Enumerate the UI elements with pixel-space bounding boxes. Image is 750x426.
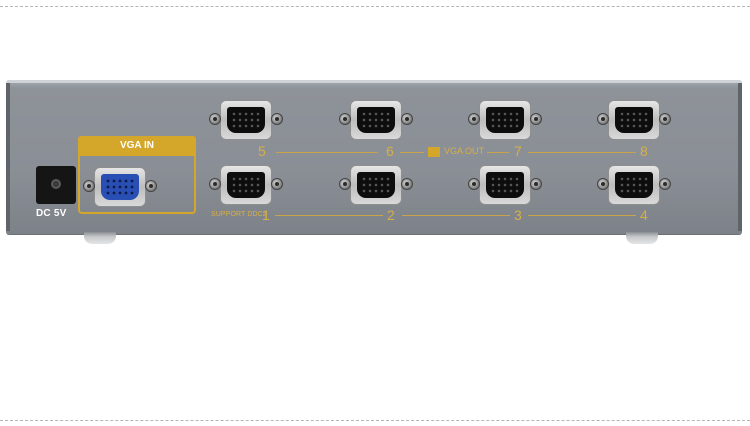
port-number-5: 5	[258, 143, 266, 159]
guide-line	[275, 215, 383, 216]
port-number-6: 6	[386, 143, 394, 159]
port-number-1: 1	[262, 207, 270, 223]
port-number-4: 4	[640, 207, 648, 223]
panel-right-side	[738, 83, 742, 231]
screw-icon	[271, 178, 283, 190]
port-number-2: 2	[387, 207, 395, 223]
guide-line	[402, 215, 510, 216]
vga-output-port-1[interactable]	[209, 162, 283, 208]
screw-icon	[401, 113, 413, 125]
screw-icon	[468, 113, 480, 125]
vga-out-label: VGA OUT	[444, 146, 485, 156]
vga-output-port-4[interactable]	[597, 162, 671, 208]
vga-output-port-5[interactable]	[209, 97, 283, 143]
vga-in-label: VGA IN	[78, 136, 196, 156]
port-number-8: 8	[640, 143, 648, 159]
bottom-dashed-divider	[0, 420, 750, 421]
port-number-7: 7	[514, 143, 522, 159]
vga-out-marker	[428, 147, 440, 157]
port-number-3: 3	[514, 207, 522, 223]
screw-icon	[83, 180, 95, 192]
screw-icon	[659, 113, 671, 125]
screw-icon	[339, 113, 351, 125]
screw-icon	[209, 113, 221, 125]
vga-input-port-icon[interactable]	[83, 164, 157, 210]
screw-icon	[597, 178, 609, 190]
guide-line	[528, 215, 636, 216]
screw-icon	[401, 178, 413, 190]
vga-output-port-7[interactable]	[468, 97, 542, 143]
vga-output-port-3[interactable]	[468, 162, 542, 208]
top-dashed-divider	[0, 6, 750, 7]
guide-line	[276, 152, 378, 153]
support-ddc2-label: SUPPORT DDC2	[211, 211, 267, 218]
screw-icon	[145, 180, 157, 192]
guide-line	[487, 152, 509, 153]
screw-icon	[659, 178, 671, 190]
rubber-foot-left	[84, 232, 116, 244]
dc-power-jack-icon[interactable]	[36, 166, 76, 204]
screw-icon	[530, 178, 542, 190]
screw-icon	[597, 113, 609, 125]
panel-top-edge	[6, 80, 742, 83]
screw-icon	[339, 178, 351, 190]
vga-output-port-6[interactable]	[339, 97, 413, 143]
vga-output-port-8[interactable]	[597, 97, 671, 143]
screw-icon	[530, 113, 542, 125]
panel-left-side	[6, 83, 10, 231]
dc-power-label: DC 5V	[36, 208, 67, 219]
vga-output-port-2[interactable]	[339, 162, 413, 208]
guide-line	[528, 152, 636, 153]
screw-icon	[468, 178, 480, 190]
guide-line	[400, 152, 424, 153]
screw-icon	[271, 113, 283, 125]
screw-icon	[209, 178, 221, 190]
rubber-foot-right	[626, 232, 658, 244]
